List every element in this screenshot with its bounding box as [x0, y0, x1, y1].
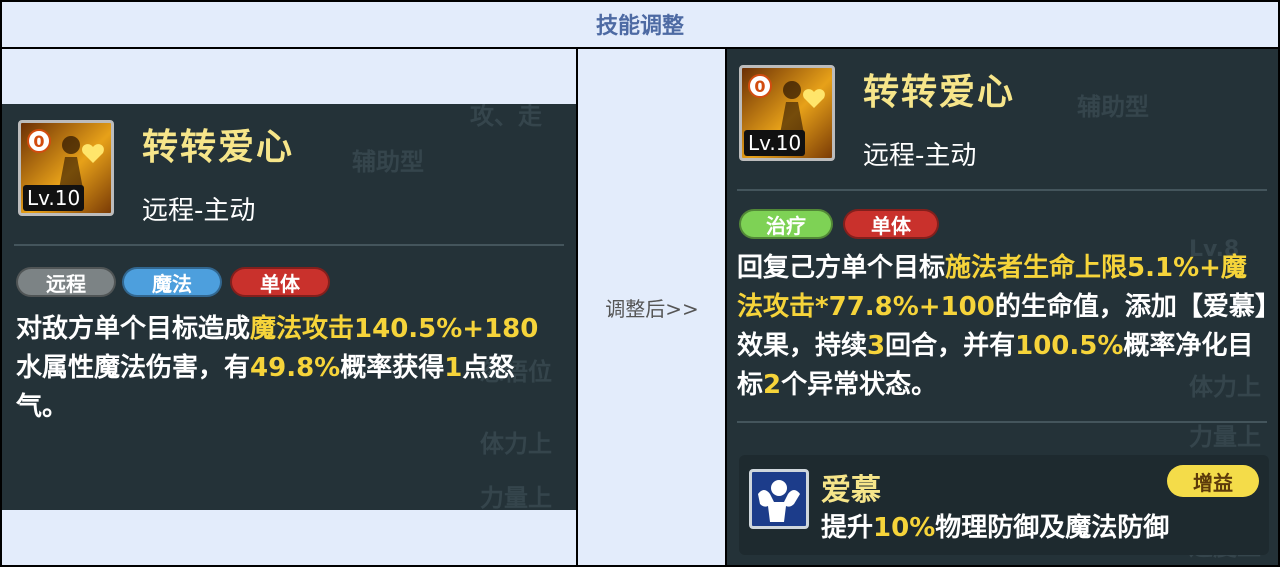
heart-figure-icon	[780, 81, 825, 134]
desc-seg: 个异常状态。	[781, 370, 938, 400]
desc-seg: 水属性魔法伤害，有	[16, 353, 251, 383]
buff-name: 爱慕	[821, 473, 881, 508]
buff-desc-prefix: 提升	[821, 513, 874, 543]
tag-ranged: 远程	[16, 267, 116, 297]
after-adjust-label: 调整后>>	[605, 297, 699, 321]
skill-icon: 0 Lv.10	[739, 65, 835, 161]
skill-description: 回复己方单个目标施法者生命上限5.1%+魔法攻击*77.8%+100的生命值，添…	[737, 249, 1272, 405]
tag-heal: 治疗	[739, 209, 833, 239]
divider	[737, 421, 1267, 423]
muscle-figure-icon	[749, 469, 809, 529]
divider	[14, 244, 564, 246]
skill-type: 远程-主动	[863, 141, 977, 171]
desc-seg: 概率获得	[340, 353, 445, 383]
bg-text: 力量上	[480, 484, 552, 510]
skill-card-before: 攻、走 辅助型 忽悟位 体力上 力量上 0 Lv.10 转转爱心 远程-主动 远…	[2, 104, 576, 510]
cost-badge: 0	[27, 129, 51, 153]
skill-card-after: 辅助型 Lv.8 体力上 力量上 速度上 0 Lv.10 转转爱心 远程-主动 …	[727, 49, 1278, 565]
desc-seg-highlight: 100.5%	[1015, 331, 1124, 361]
bg-text: 攻、走	[470, 104, 542, 130]
desc-seg: 回复己方单个目标	[737, 253, 946, 283]
divider	[737, 189, 1267, 191]
skill-name: 转转爱心	[863, 72, 1016, 113]
bg-text: 体力上	[480, 430, 552, 458]
desc-seg-highlight: 2	[763, 370, 782, 400]
tag-single: 单体	[843, 209, 939, 239]
bg-text: 辅助型	[352, 148, 424, 176]
desc-seg-highlight: 魔法攻击140.5%+180	[250, 314, 539, 344]
skill-description: 对敌方单个目标造成魔法攻击140.5%+180 水属性魔法伤害，有49.8%概率获…	[16, 310, 564, 427]
desc-seg: 对敌方单个目标造成	[16, 314, 251, 344]
buff-desc-suffix: 物理防御及魔法防御	[935, 513, 1170, 543]
skill-icon: 0 Lv.10	[18, 120, 114, 216]
desc-seg: 回合，并有	[885, 331, 1016, 361]
desc-seg-highlight: 49.8%	[250, 353, 341, 383]
tag-single: 单体	[230, 267, 330, 297]
heart-figure-icon	[59, 136, 104, 189]
skill-name: 转转爱心	[142, 127, 295, 168]
table-title: 技能调整	[595, 14, 684, 39]
level-badge: Lv.10	[23, 185, 85, 211]
skill-type: 远程-主动	[142, 196, 256, 226]
level-badge: Lv.10	[744, 130, 806, 156]
buff-tag: 增益	[1167, 465, 1259, 497]
buff-desc-value: 10%	[873, 513, 936, 543]
bg-text: 辅助型	[1077, 93, 1149, 121]
comparison-table: 技能调整 调整后>> 攻、走 辅助型 忽悟位 体力上 力量上 0 Lv.10 转…	[0, 0, 1280, 567]
buff-description: 提升10%物理防御及魔法防御	[821, 507, 1169, 544]
desc-seg-highlight: 1	[444, 353, 463, 383]
cost-badge: 0	[748, 74, 772, 98]
buff-icon-glyph	[758, 480, 800, 522]
buff-card: 爱慕 增益 提升10%物理防御及魔法防御	[739, 455, 1269, 555]
desc-seg-highlight: 3	[867, 331, 886, 361]
tag-magic: 魔法	[122, 267, 222, 297]
